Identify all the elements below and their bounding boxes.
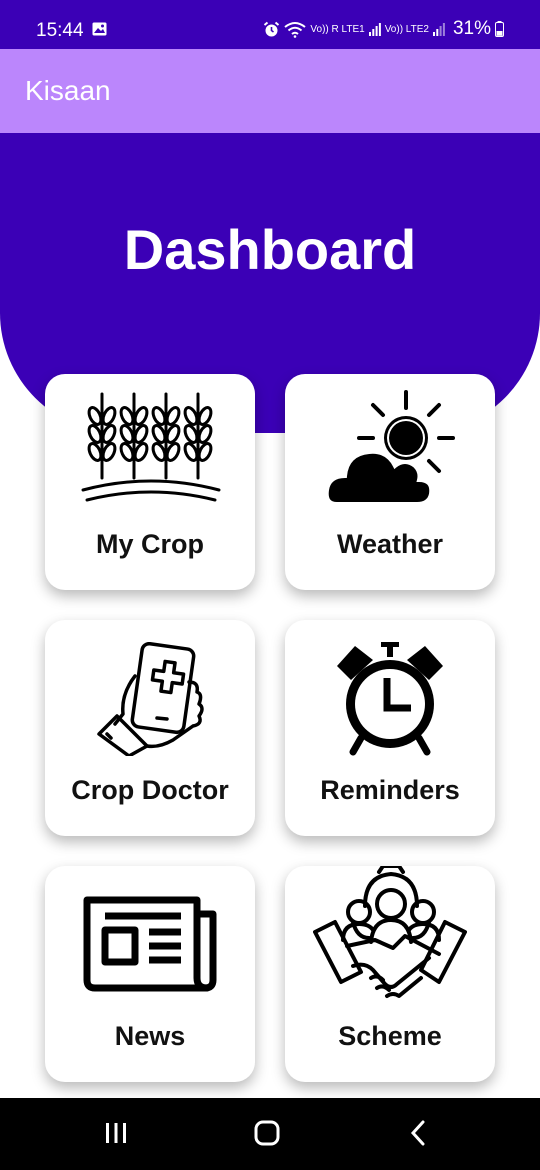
card-weather[interactable]: Weather [285, 374, 495, 590]
app-title: Kisaan [25, 75, 111, 106]
page-title: Dashboard [123, 218, 417, 281]
card-label: Scheme [338, 1021, 442, 1051]
status-bar: 15:44 Vo)) R LTE1 Vo)) LTE2 31% [0, 0, 540, 49]
alarm-status-icon [264, 21, 280, 36]
newspaper-icon [83, 896, 217, 992]
crop-doctor-icon [97, 642, 204, 756]
card-label: News [114, 1021, 186, 1051]
card-label: Crop Doctor [71, 775, 229, 805]
battery-percent: 31% [452, 18, 491, 39]
wheat-icon [81, 392, 221, 502]
signal-icon [368, 23, 381, 36]
card-reminders[interactable]: Reminders [285, 620, 495, 836]
card-scheme[interactable]: Scheme [285, 866, 495, 1082]
network-label-2: Vo)) LTE2 [384, 23, 429, 35]
handshake-icon [313, 866, 467, 998]
status-indicators: Vo)) R LTE1 Vo)) LTE2 31% [263, 18, 504, 40]
alarm-clock-icon [337, 642, 443, 756]
card-news[interactable]: News [45, 866, 255, 1082]
status-time: 15:44 [36, 20, 84, 41]
weather-icon [325, 390, 455, 506]
gallery-notification-icon [92, 22, 107, 36]
home-icon[interactable] [254, 1120, 280, 1146]
battery-icon [495, 21, 504, 37]
card-crop-doctor[interactable]: Crop Doctor [45, 620, 255, 836]
network-label-1: Vo)) R LTE1 [310, 23, 365, 35]
card-label: Reminders [320, 775, 460, 805]
recent-apps-icon[interactable] [104, 1122, 128, 1144]
back-icon[interactable] [408, 1120, 428, 1146]
app-bar: Kisaan [0, 49, 540, 133]
card-label: Weather [336, 529, 444, 559]
card-my-crop[interactable]: My Crop [45, 374, 255, 590]
signal-icon [432, 23, 445, 36]
card-label: My Crop [96, 529, 204, 559]
system-nav-bar [0, 1098, 540, 1170]
wifi-icon [284, 21, 307, 38]
